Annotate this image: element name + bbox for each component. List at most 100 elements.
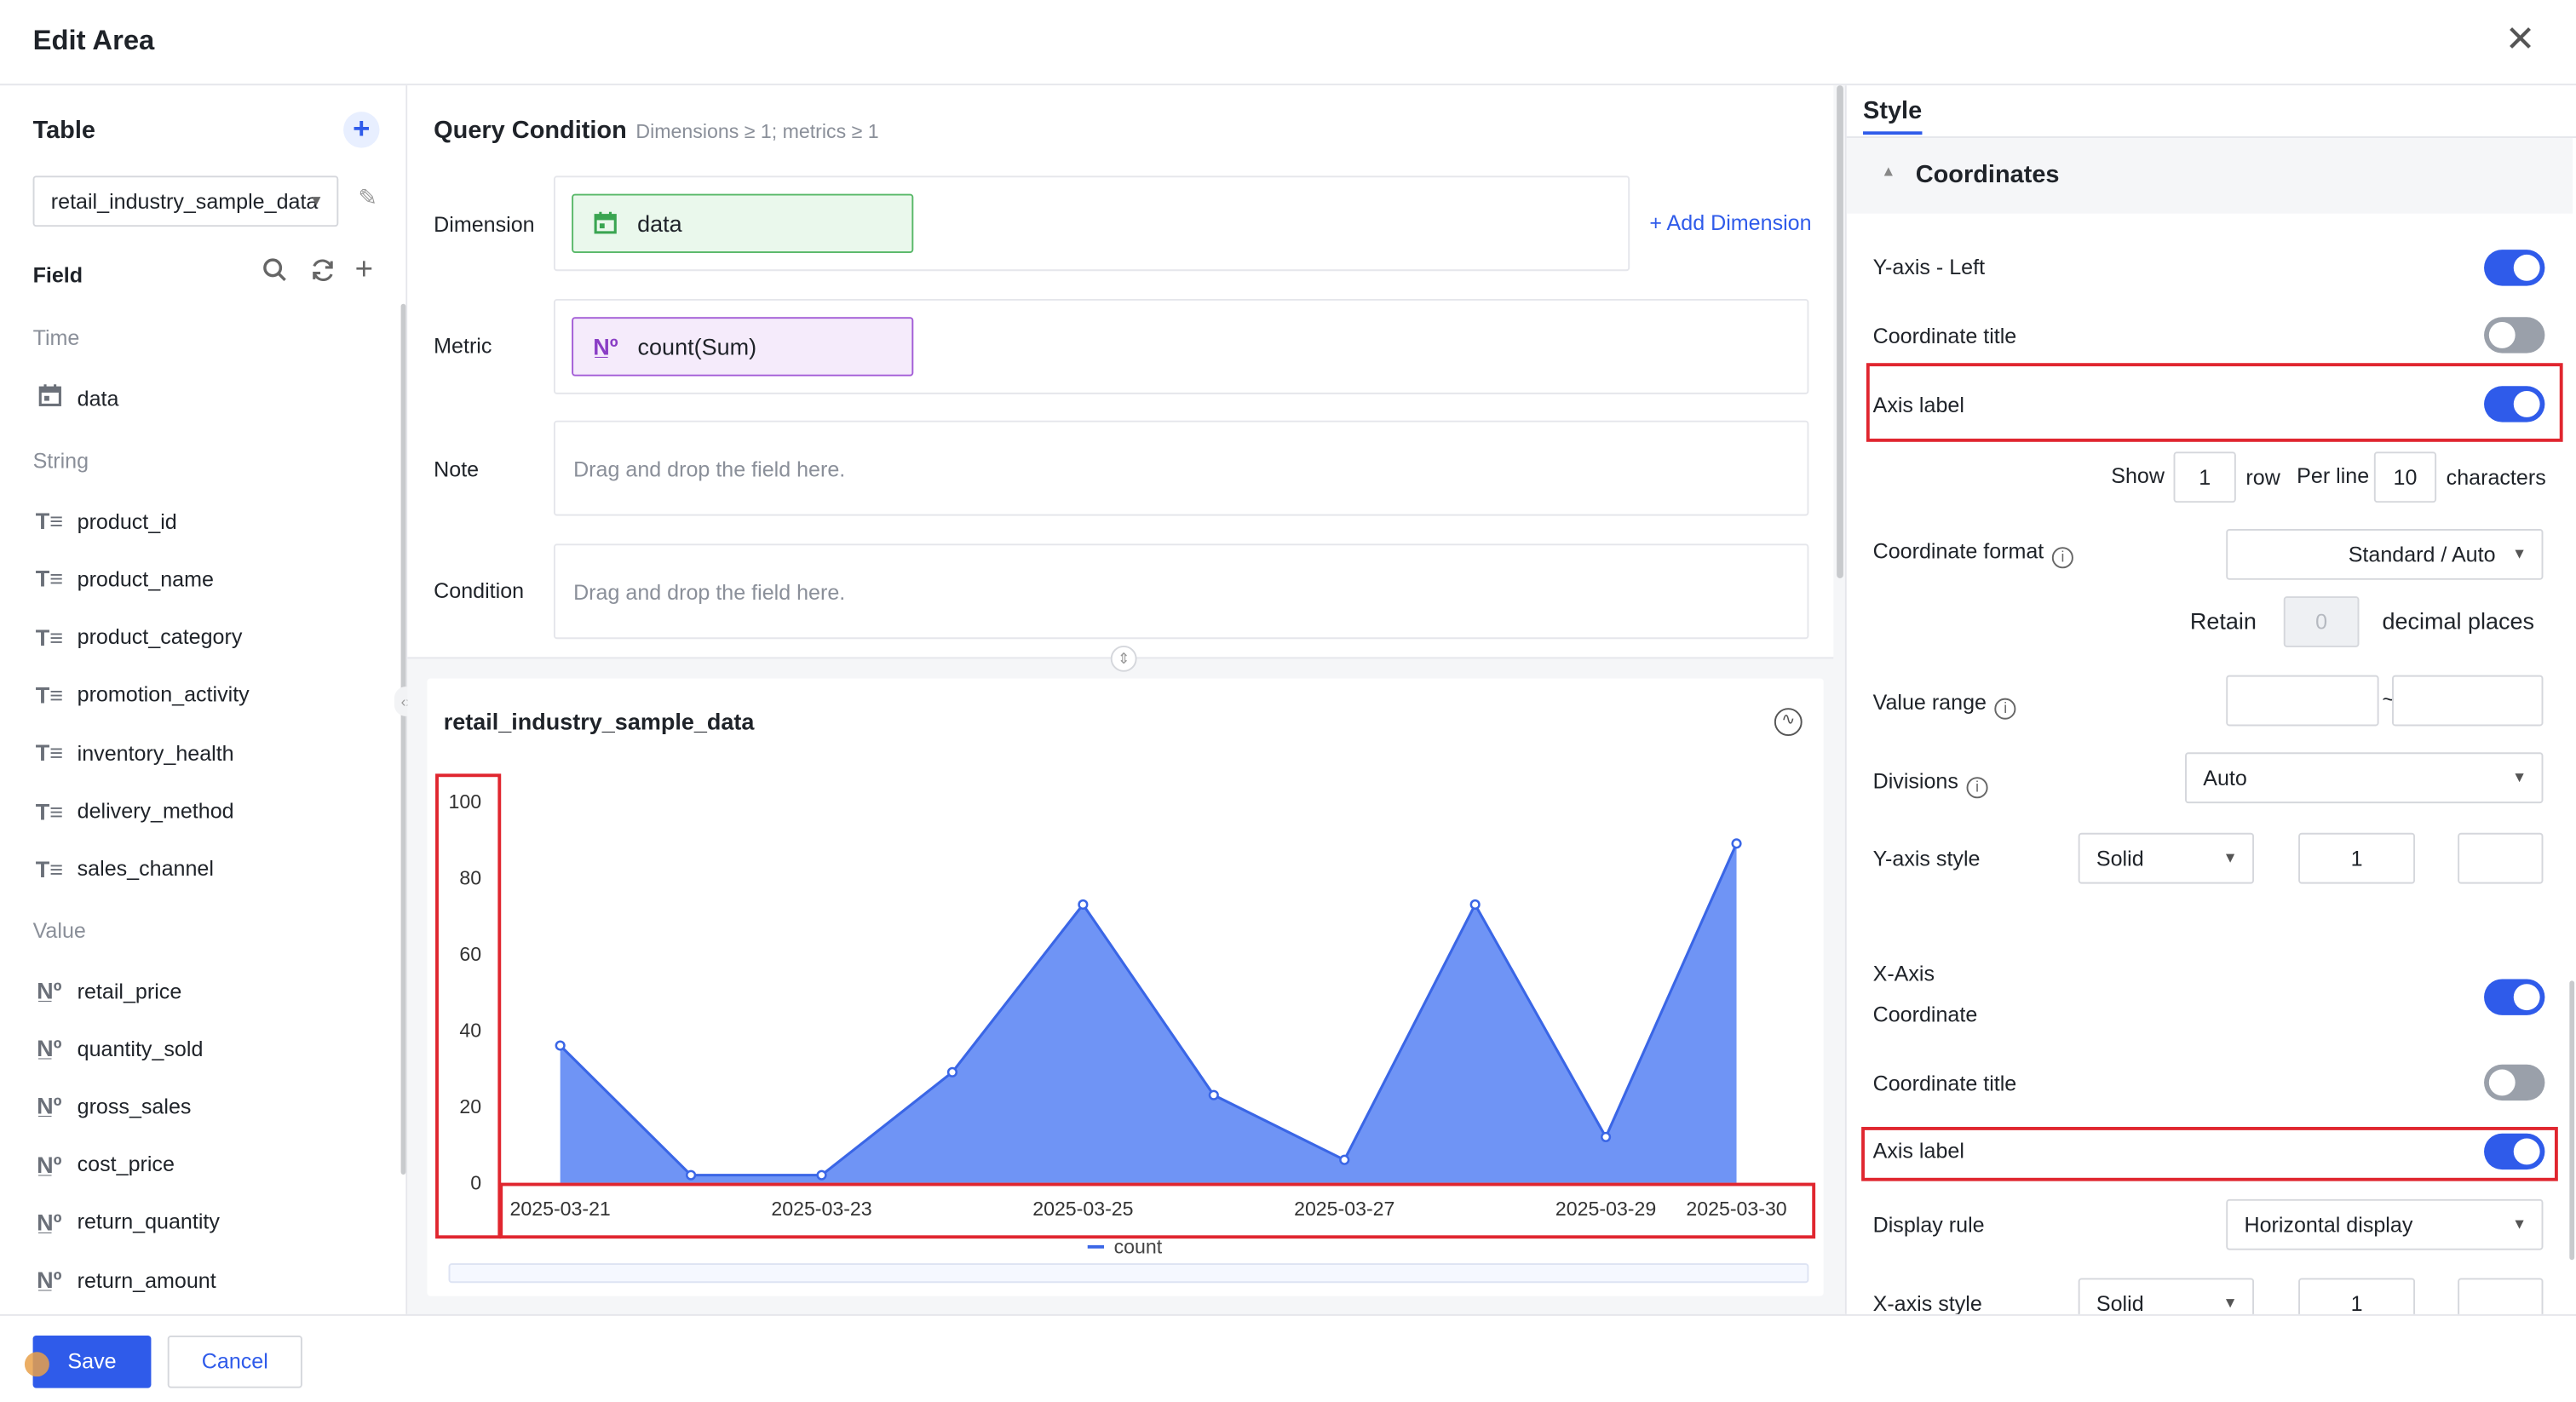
divisions-select[interactable]: Auto ▼	[2185, 752, 2544, 804]
field-item-return-quantity[interactable]: N̲º return_quantity	[33, 1205, 220, 1238]
divisions-value: Auto	[2203, 765, 2247, 790]
field-label: cost_price	[77, 1152, 175, 1177]
y-coordinate-title-label: Coordinate title	[1872, 323, 2017, 348]
field-label: retail_price	[77, 978, 182, 1003]
field-label: return_quantity	[77, 1210, 220, 1234]
condition-drop-zone[interactable]: Drag and drop the field here.	[553, 543, 1809, 640]
field-item-product-category[interactable]: T≡ product_category	[33, 620, 243, 653]
number-field-icon: N̲º	[37, 1151, 62, 1178]
text-field-icon: T≡	[35, 623, 63, 650]
note-drop-zone[interactable]: Drag and drop the field here.	[553, 420, 1809, 516]
field-item-quantity-sold[interactable]: N̲º quantity_sold	[33, 1032, 203, 1066]
resize-splitter-icon[interactable]: ⇕	[1110, 645, 1137, 672]
number-field-icon: N̲º	[37, 1209, 62, 1235]
text-field-icon: T≡	[35, 681, 63, 709]
display-rule-select[interactable]: Horizontal display ▼	[2226, 1198, 2544, 1250]
query-scrollbar[interactable]	[1837, 85, 1843, 578]
field-item-product-name[interactable]: T≡ product_name	[33, 562, 214, 595]
edit-pencil-icon[interactable]: ✎	[358, 184, 377, 212]
query-and-chart-panel: Query Condition Dimensions ≥ 1; metrics …	[407, 85, 1845, 1314]
coordinate-format-select[interactable]: Standard / Auto ▼	[2226, 529, 2544, 580]
field-panel: Table + retail_industry_sample_data ▼ ✎ …	[0, 85, 417, 1314]
table-select[interactable]: retail_industry_sample_data ▼	[32, 175, 339, 227]
field-item-product-id[interactable]: T≡ product_id	[33, 504, 177, 537]
x-axis-label-label: Axis label	[1872, 1138, 1964, 1164]
text-field-icon: T≡	[35, 566, 63, 592]
metric-chip[interactable]: N̲º count(Sum)	[572, 317, 914, 376]
dimension-chip[interactable]: data	[572, 193, 914, 254]
y-axis-label-toggle[interactable]	[2484, 386, 2545, 422]
y-axis-style-label: Y-axis style	[1872, 846, 1981, 871]
metric-label: Metric	[434, 333, 492, 359]
data-point	[946, 1066, 958, 1077]
add-field-icon[interactable]: +	[355, 253, 373, 289]
y-axis-color-input[interactable]	[2458, 832, 2544, 884]
y-axis-style-select[interactable]: Solid ▼	[2078, 832, 2255, 884]
field-section-title: Field	[32, 262, 83, 288]
x-axis-label-toggle[interactable]	[2484, 1133, 2545, 1170]
data-point	[1208, 1089, 1219, 1100]
decimal-places-label: decimal places	[2382, 607, 2535, 635]
y-axis-label-label: Axis label	[1872, 392, 1964, 417]
info-icon[interactable]: i	[1994, 698, 2016, 720]
data-point	[1731, 838, 1742, 849]
value-range-min-input[interactable]	[2226, 675, 2379, 727]
legend-swatch	[1087, 1244, 1105, 1249]
info-icon[interactable]: i	[1966, 777, 1988, 799]
per-line-input[interactable]: 10	[2373, 451, 2437, 503]
coordinates-title: Coordinates	[1915, 161, 2060, 189]
save-button[interactable]: Save	[32, 1335, 152, 1388]
add-table-icon[interactable]: +	[343, 112, 380, 148]
field-item-cost-price[interactable]: N̲º cost_price	[33, 1147, 175, 1181]
field-item-delivery-method[interactable]: T≡ delivery_method	[33, 794, 234, 827]
number-field-icon: N̲º	[37, 1035, 62, 1062]
field-item-retail-price[interactable]: N̲º retail_price	[33, 974, 182, 1008]
field-item-data[interactable]: data	[33, 381, 118, 414]
query-title: Query Condition	[434, 116, 627, 145]
legend-label: count	[1113, 1235, 1163, 1259]
field-item-return-amount[interactable]: N̲º return_amount	[33, 1263, 216, 1296]
data-point	[1339, 1154, 1350, 1165]
retain-input[interactable]: 0	[2283, 596, 2360, 647]
number-field-icon: N̲º	[37, 1266, 62, 1293]
field-panel-scrollbar[interactable]	[400, 303, 406, 1175]
tab-style[interactable]: Style	[1863, 97, 1923, 135]
style-panel-scrollbar[interactable]	[2569, 980, 2575, 1261]
show-rows-input[interactable]: 1	[2173, 451, 2236, 503]
field-item-gross-sales[interactable]: N̲º gross_sales	[33, 1089, 192, 1123]
x-coordinate-title-toggle[interactable]	[2484, 1064, 2545, 1101]
value-range-max-input[interactable]	[2392, 675, 2544, 727]
dimension-chip-label: data	[637, 210, 682, 237]
data-point	[1078, 899, 1089, 911]
dialog-header: Edit Area ✕	[0, 0, 2576, 86]
field-label: promotion_activity	[77, 682, 250, 708]
cancel-button[interactable]: Cancel	[167, 1335, 302, 1388]
condition-label: Condition	[434, 577, 525, 603]
add-dimension-link[interactable]: + Add Dimension	[1649, 210, 1811, 235]
number-field-icon: N̲º	[37, 977, 62, 1004]
refresh-icon[interactable]	[311, 258, 336, 291]
search-icon[interactable]	[263, 258, 288, 291]
text-field-icon: T≡	[35, 855, 63, 882]
data-point	[1601, 1131, 1612, 1142]
field-item-inventory-health[interactable]: T≡ inventory_health	[33, 736, 234, 769]
field-item-promotion-activity[interactable]: T≡ promotion_activity	[33, 678, 250, 711]
close-icon[interactable]: ✕	[2502, 20, 2538, 57]
y-coordinate-title-toggle[interactable]	[2484, 317, 2545, 353]
y-axis-width-input[interactable]: 1	[2298, 832, 2416, 884]
metric-drop-zone[interactable]: N̲º count(Sum)	[553, 299, 1809, 394]
chart-card: retail_industry_sample_data ∿ 0 20 40 60 80 1…	[427, 678, 1824, 1296]
chart-legend[interactable]: count	[1087, 1235, 1163, 1259]
text-field-icon: T≡	[35, 739, 63, 767]
data-point	[816, 1169, 827, 1181]
field-item-sales-channel[interactable]: T≡ sales_channel	[33, 853, 214, 886]
divisions-text: Divisions	[1872, 768, 1958, 794]
info-icon[interactable]: i	[2051, 547, 2074, 569]
x-axis-toggle[interactable]	[2484, 979, 2545, 1015]
y-axis-left-toggle[interactable]	[2484, 250, 2545, 286]
dimension-drop-zone[interactable]: data	[553, 175, 1630, 272]
chevron-down-icon: ▼	[2511, 1215, 2527, 1232]
coordinates-section-header[interactable]: ▲ Coordinates	[1846, 138, 2573, 214]
chart-zoom-slider[interactable]	[448, 1263, 1809, 1284]
condition-placeholder: Drag and drop the field here.	[573, 579, 846, 605]
